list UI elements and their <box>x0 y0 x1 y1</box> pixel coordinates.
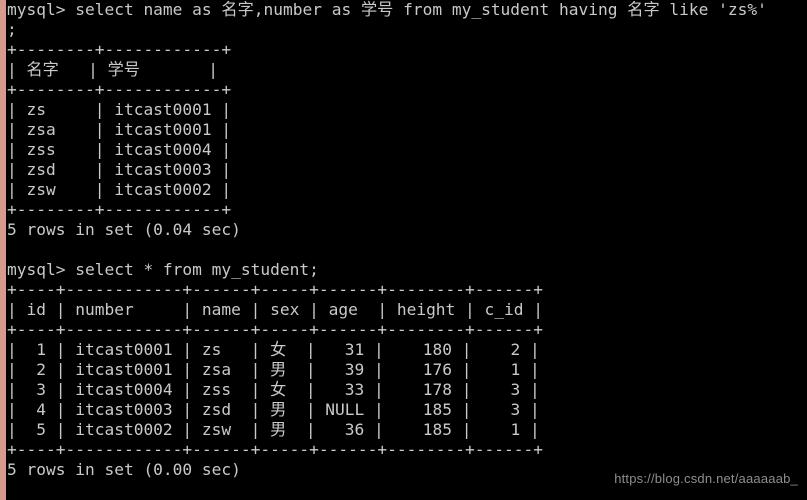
terminal-line: | 2 | itcast0001 | zsa | 男 | 39 | 176 | … <box>7 360 540 379</box>
terminal-line: | id | number | name | sex | age | heigh… <box>7 300 544 319</box>
terminal-line: +--------+------------+ <box>7 200 232 219</box>
terminal-window[interactable]: mysql> select name as 名字,number as 学号 fr… <box>0 0 807 500</box>
terminal-line: +----+------------+------+-----+------+-… <box>7 440 544 459</box>
terminal-line: mysql> select * from my_student; <box>7 260 319 279</box>
terminal-line: | 3 | itcast0004 | zss | 女 | 33 | 178 | … <box>7 380 540 399</box>
terminal-output-area[interactable]: mysql> select name as 名字,number as 学号 fr… <box>7 0 807 500</box>
terminal-line: mysql> select name as 名字,number as 学号 fr… <box>7 0 767 19</box>
terminal-accent-bar <box>0 0 6 500</box>
terminal-line: | 1 | itcast0001 | zs | 女 | 31 | 180 | 2… <box>7 340 540 359</box>
terminal-line: +--------+------------+ <box>7 80 232 99</box>
terminal-line: ; <box>7 20 17 39</box>
terminal-line: +----+------------+------+-----+------+-… <box>7 280 544 299</box>
terminal-line: | 4 | itcast0003 | zsd | 男 | NULL | 185 … <box>7 400 540 419</box>
terminal-line: | zs | itcast0001 | <box>7 100 232 119</box>
terminal-line: | 名字 | 学号 | <box>7 60 218 79</box>
terminal-line: 5 rows in set (0.04 sec) <box>7 220 241 239</box>
terminal-line: | zsa | itcast0001 | <box>7 120 232 139</box>
terminal-line: | zss | itcast0004 | <box>7 140 232 159</box>
watermark-text: https://blog.csdn.net/aaaaaab_ <box>614 471 798 486</box>
terminal-line: | 5 | itcast0002 | zsw | 男 | 36 | 185 | … <box>7 420 540 439</box>
terminal-line: +----+------------+------+-----+------+-… <box>7 320 544 339</box>
terminal-line: | zsw | itcast0002 | <box>7 180 232 199</box>
terminal-line: +--------+------------+ <box>7 40 232 59</box>
terminal-line: | zsd | itcast0003 | <box>7 160 232 179</box>
